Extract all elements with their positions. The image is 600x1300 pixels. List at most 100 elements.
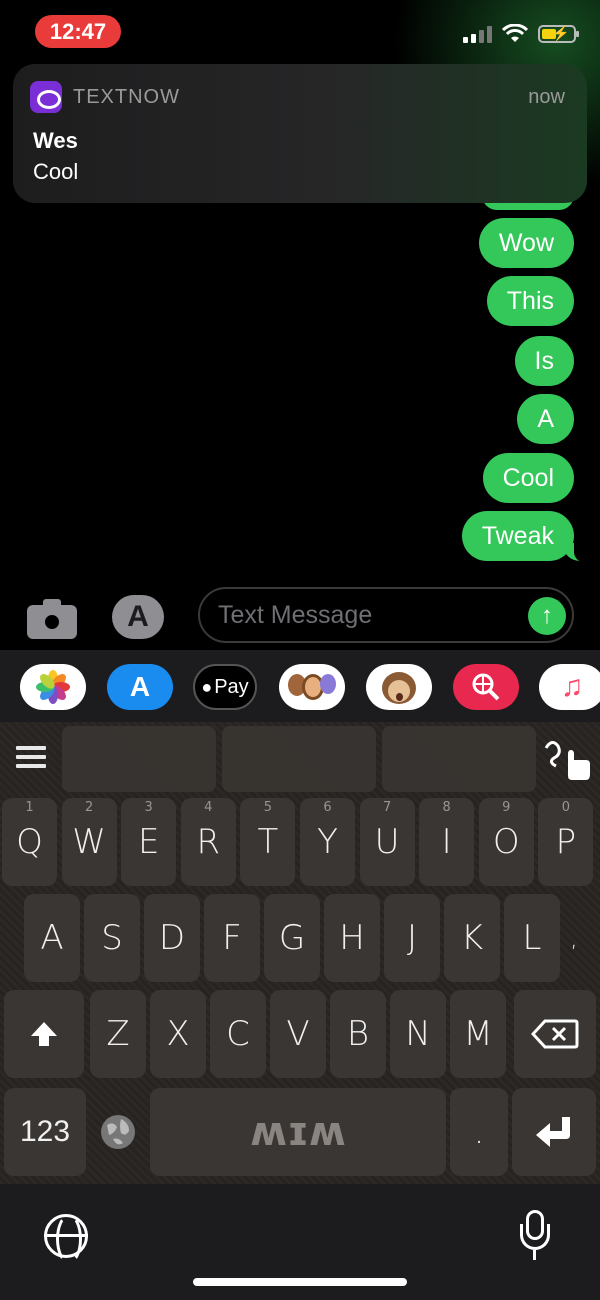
key-number-hint: 8 [442,800,451,815]
globe-icon[interactable] [44,1214,88,1264]
key-b[interactable]: B [330,990,386,1078]
key-l[interactable]: L [504,894,560,982]
key-number-hint: 4 [204,800,213,815]
key-w[interactable]: 2W [61,798,117,886]
photos-app-button[interactable] [20,664,86,710]
message-bubble[interactable]: Cool [482,453,574,503]
app-store-icon[interactable]: A [112,595,164,639]
keyboard-menu-icon[interactable] [16,746,46,768]
message-bubble[interactable]: Is [514,336,574,386]
key-number-hint: 1 [25,800,34,815]
message-bubble[interactable]: Wow [478,218,574,268]
suggestion-slot[interactable] [62,726,216,792]
backspace-icon [530,1019,579,1049]
monkey-icon [379,668,419,706]
status-icons: ⚡ [463,24,579,44]
notification-banner[interactable]: TEXTNOW now Wes Cool [13,64,587,203]
emoji-globe-key[interactable] [90,1088,146,1176]
memoji-stickers-app-button[interactable] [279,664,345,710]
arrow-up-icon: ↑ [541,602,553,629]
shift-arrow-icon [31,1022,57,1046]
message-input[interactable] [218,597,508,633]
return-arrow-icon [536,1117,570,1147]
music-note-icon: ♫ [560,670,584,703]
app-store-app-button[interactable]: A [107,664,173,710]
status-time[interactable]: 12:47 [35,15,121,48]
wifi-icon [502,24,528,42]
key-r[interactable]: 4R [180,798,236,886]
keyboard: 1Q2W3E4R5T6Y7U8I9O0P ASDFGHJKL, ZXCVBNM … [0,722,600,1184]
compose-bar: A ↑ [0,585,600,649]
key-q[interactable]: 1Q [2,798,57,886]
suggestion-slot[interactable] [382,726,536,792]
key-number-hint: 6 [323,800,332,815]
images-search-app-button[interactable] [453,664,519,710]
key-c[interactable]: C [210,990,266,1078]
key-y[interactable]: 6Y [300,798,355,886]
memoji-icon [288,674,336,700]
key-o[interactable]: 9O [478,798,534,886]
notification-sender: Wes [33,128,78,153]
music-app-button[interactable]: ♫ [539,664,600,710]
return-key[interactable] [512,1088,596,1176]
keyboard-bottom-bar [0,1184,600,1300]
key-p[interactable]: 0P [538,798,594,886]
textnow-app-icon [30,81,62,113]
suggestion-slot[interactable] [222,726,376,792]
key-e[interactable]: 3E [121,798,177,886]
key-i[interactable]: 8I [419,798,475,886]
key-f[interactable]: F [204,894,260,982]
message-bubble[interactable]: A [517,394,574,444]
key-number-hint: 9 [502,800,511,815]
key-number-hint: 3 [144,800,153,815]
microphone-icon[interactable] [520,1210,550,1262]
camera-icon[interactable] [27,599,77,639]
animoji-app-button[interactable] [366,664,432,710]
key-number-hint: 2 [84,800,94,815]
key-number-hint: 5 [263,800,273,815]
key-h[interactable]: H [324,894,380,982]
key-t[interactable]: 5T [240,798,296,886]
key-k[interactable]: K [444,894,500,982]
key-number-hint: 0 [561,800,571,815]
numbers-key[interactable]: 123 [4,1088,86,1176]
key-m[interactable]: M [450,990,506,1078]
shift-key[interactable] [4,990,84,1078]
imessage-app-strip: A ● Pay ♫ [0,650,600,722]
notification-message: Cool [33,159,79,184]
period-key[interactable]: . [450,1088,508,1176]
home-indicator[interactable] [193,1278,407,1286]
globe-icon [101,1115,135,1149]
message-bubble[interactable]: This [486,276,574,326]
notification-time: now [528,86,565,108]
notification-app-name: TEXTNOW [73,86,180,108]
apple-pay-app-button[interactable]: ● Pay [193,664,257,710]
photos-flower-icon [36,670,70,704]
space-key[interactable]: ʍɪʍ [150,1088,446,1176]
handwriting-gesture-icon[interactable] [542,736,594,782]
key-a[interactable]: A [24,894,80,982]
key-d[interactable]: D [144,894,200,982]
message-bubble[interactable]: Tweak [461,511,591,562]
key-g[interactable]: G [264,894,320,982]
key-number-hint: 7 [382,800,392,815]
key-v[interactable]: V [270,990,326,1078]
comma-key[interactable]: , [564,894,584,982]
globe-search-icon [472,673,500,701]
send-button[interactable]: ↑ [528,597,566,635]
apple-pay-label: Pay [214,675,249,698]
key-x[interactable]: X [150,990,206,1078]
delete-key[interactable] [514,990,596,1078]
app-store-icon: A [129,671,151,702]
key-s[interactable]: S [84,894,140,982]
battery-charging-icon: ⚡ [538,25,579,43]
message-text-field[interactable]: ↑ [198,587,574,643]
cellular-signal-icon [463,25,492,43]
key-z[interactable]: Z [90,990,146,1078]
typewise-logo: ʍɪʍ [250,1109,346,1155]
apple-icon: ● [201,676,213,697]
key-n[interactable]: N [390,990,446,1078]
key-j[interactable]: J [384,894,440,982]
key-u[interactable]: 7U [359,798,415,886]
status-bar: 12:47 ⚡ [0,0,600,200]
